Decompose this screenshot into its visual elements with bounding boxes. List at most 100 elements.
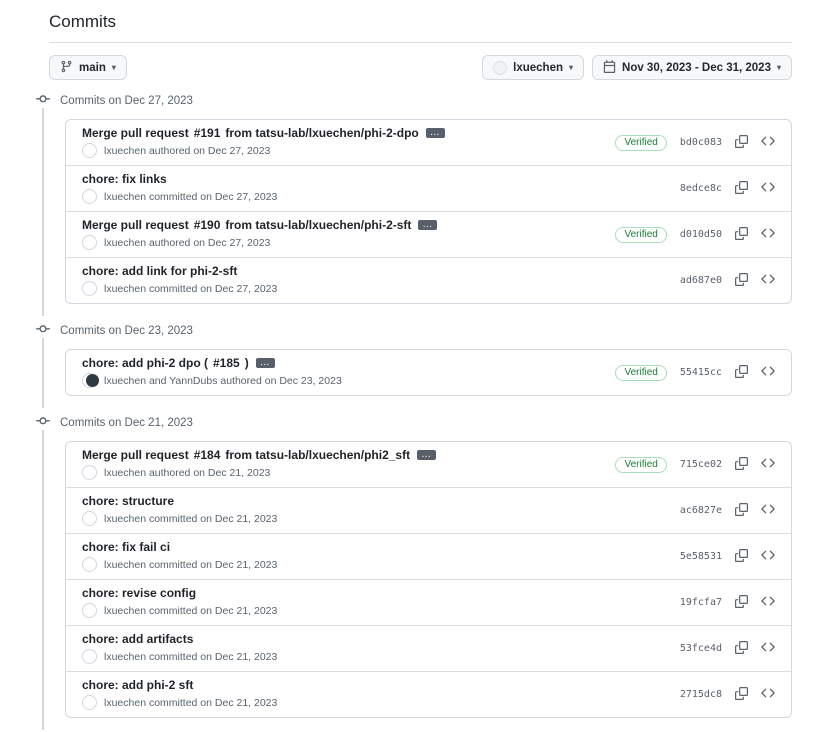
commit-description-toggle[interactable]: … [418, 220, 437, 230]
commit-title[interactable]: chore: add phi-2 dpo ( #185) … [82, 356, 342, 370]
toolbar-filters: lxuechen ▾ Nov 30, 2023 - Dec 31, 2023 ▾ [482, 55, 792, 80]
avatar-stack[interactable] [82, 603, 98, 619]
avatar-stack[interactable] [82, 281, 98, 297]
avatar-stack[interactable] [82, 695, 98, 711]
commit-title-prefix[interactable]: Merge pull request [82, 126, 189, 140]
copy-sha-button[interactable] [735, 135, 748, 151]
commit-sha-link[interactable]: 53fce4d [680, 643, 722, 654]
copy-sha-button[interactable] [735, 641, 748, 657]
commit-title-prefix[interactable]: chore: revise config [82, 586, 196, 600]
avatar-stack[interactable] [82, 557, 98, 573]
commit-title[interactable]: Merge pull request #191 from tatsu-lab/l… [82, 126, 445, 140]
commit-title-suffix[interactable]: from tatsu-lab/lxuechen/phi2_sft [225, 448, 410, 462]
browse-code-button[interactable] [761, 456, 775, 473]
commit-pr-link[interactable]: #190 [194, 218, 221, 232]
browse-code-button[interactable] [761, 548, 775, 565]
commit-title-suffix[interactable]: ) [245, 356, 249, 370]
commit-title[interactable]: Merge pull request #184 from tatsu-lab/l… [82, 448, 436, 462]
copy-sha-button[interactable] [735, 503, 748, 519]
branch-selector-button[interactable]: main ▾ [49, 55, 127, 80]
commit-title[interactable]: chore: fix links [82, 172, 277, 186]
avatar[interactable] [82, 189, 97, 204]
copy-sha-button[interactable] [735, 181, 748, 197]
commit-sha-link[interactable]: d010d50 [680, 229, 722, 240]
verified-badge[interactable]: Verified [615, 457, 666, 473]
avatar[interactable] [82, 649, 97, 664]
avatar[interactable] [82, 557, 97, 572]
avatar-secondary[interactable] [86, 374, 99, 387]
commit-description-toggle[interactable]: … [256, 358, 275, 368]
commit-title-prefix[interactable]: chore: add artifacts [82, 632, 193, 646]
browse-code-button[interactable] [761, 272, 775, 289]
avatar[interactable] [82, 511, 97, 526]
avatar-stack[interactable] [82, 373, 98, 389]
commit-title[interactable]: chore: add artifacts [82, 632, 277, 646]
commit-title-prefix[interactable]: Merge pull request [82, 448, 189, 462]
commit-sha-link[interactable]: 715ce02 [680, 459, 722, 470]
browse-code-button[interactable] [761, 640, 775, 657]
commit-title-prefix[interactable]: Merge pull request [82, 218, 189, 232]
verified-badge[interactable]: Verified [615, 227, 666, 243]
copy-sha-button[interactable] [735, 687, 748, 703]
commit-description-toggle[interactable]: … [426, 128, 445, 138]
commit-title[interactable]: chore: revise config [82, 586, 277, 600]
code-icon [761, 226, 775, 243]
verified-badge[interactable]: Verified [615, 135, 666, 151]
commit-sha-link[interactable]: ad687e0 [680, 275, 722, 286]
avatar[interactable] [82, 235, 97, 250]
commit-pr-link[interactable]: #184 [194, 448, 221, 462]
avatar[interactable] [82, 143, 97, 158]
avatar[interactable] [82, 603, 97, 618]
avatar-stack[interactable] [82, 511, 98, 527]
avatar[interactable] [82, 465, 97, 480]
browse-code-button[interactable] [761, 594, 775, 611]
commit-sha-link[interactable]: 55415cc [680, 367, 722, 378]
copy-sha-button[interactable] [735, 549, 748, 565]
avatar-stack[interactable] [82, 235, 98, 251]
commit-title-suffix[interactable]: from tatsu-lab/lxuechen/phi-2-sft [225, 218, 411, 232]
commit-title-prefix[interactable]: chore: add link for phi-2-sft [82, 264, 237, 278]
author-filter-label: lxuechen [513, 62, 563, 74]
commit-title-prefix[interactable]: chore: fix fail ci [82, 540, 170, 554]
commit-sha-link[interactable]: 2715dc8 [680, 689, 722, 700]
browse-code-button[interactable] [761, 134, 775, 151]
avatar-stack[interactable] [82, 465, 98, 481]
browse-code-button[interactable] [761, 364, 775, 381]
date-range-button[interactable]: Nov 30, 2023 - Dec 31, 2023 ▾ [592, 55, 792, 80]
commit-pr-link[interactable]: #191 [194, 126, 221, 140]
commit-title[interactable]: chore: add link for phi-2-sft [82, 264, 277, 278]
calendar-icon [603, 60, 616, 76]
browse-code-button[interactable] [761, 180, 775, 197]
browse-code-button[interactable] [761, 502, 775, 519]
commit-group: Commits on Dec 27, 2023 Merge pull reque… [36, 88, 792, 318]
commit-sha-link[interactable]: ac6827e [680, 505, 722, 516]
commit-sha-link[interactable]: 8edce8c [680, 183, 722, 194]
copy-sha-button[interactable] [735, 273, 748, 289]
copy-sha-button[interactable] [735, 227, 748, 243]
copy-sha-button[interactable] [735, 457, 748, 473]
commit-sha-link[interactable]: 5e58531 [680, 551, 722, 562]
author-filter-button[interactable]: lxuechen ▾ [482, 55, 584, 80]
commit-title-prefix[interactable]: chore: add phi-2 dpo ( [82, 356, 208, 370]
commit-title-suffix[interactable]: from tatsu-lab/lxuechen/phi-2-dpo [225, 126, 418, 140]
avatar-stack[interactable] [82, 143, 98, 159]
copy-sha-button[interactable] [735, 595, 748, 611]
commit-title-prefix[interactable]: chore: fix links [82, 172, 167, 186]
commit-title-prefix[interactable]: chore: add phi-2 sft [82, 678, 193, 692]
commit-title[interactable]: chore: add phi-2 sft [82, 678, 277, 692]
commit-description-toggle[interactable]: … [417, 450, 436, 460]
commit-title-prefix[interactable]: chore: structure [82, 494, 174, 508]
avatar[interactable] [82, 695, 97, 710]
avatar-stack[interactable] [82, 649, 98, 665]
verified-badge[interactable]: Verified [615, 365, 666, 381]
commit-title[interactable]: chore: structure [82, 494, 277, 508]
commit-title[interactable]: chore: fix fail ci [82, 540, 277, 554]
commit-pr-link[interactable]: #185 [213, 356, 240, 370]
avatar-stack[interactable] [82, 189, 98, 205]
avatar[interactable] [82, 281, 97, 296]
copy-sha-button[interactable] [735, 365, 748, 381]
browse-code-button[interactable] [761, 226, 775, 243]
commit-title[interactable]: Merge pull request #190 from tatsu-lab/l… [82, 218, 437, 232]
browse-code-button[interactable] [761, 686, 775, 703]
commit-sha-link[interactable]: bd0c083 [680, 137, 722, 148]
